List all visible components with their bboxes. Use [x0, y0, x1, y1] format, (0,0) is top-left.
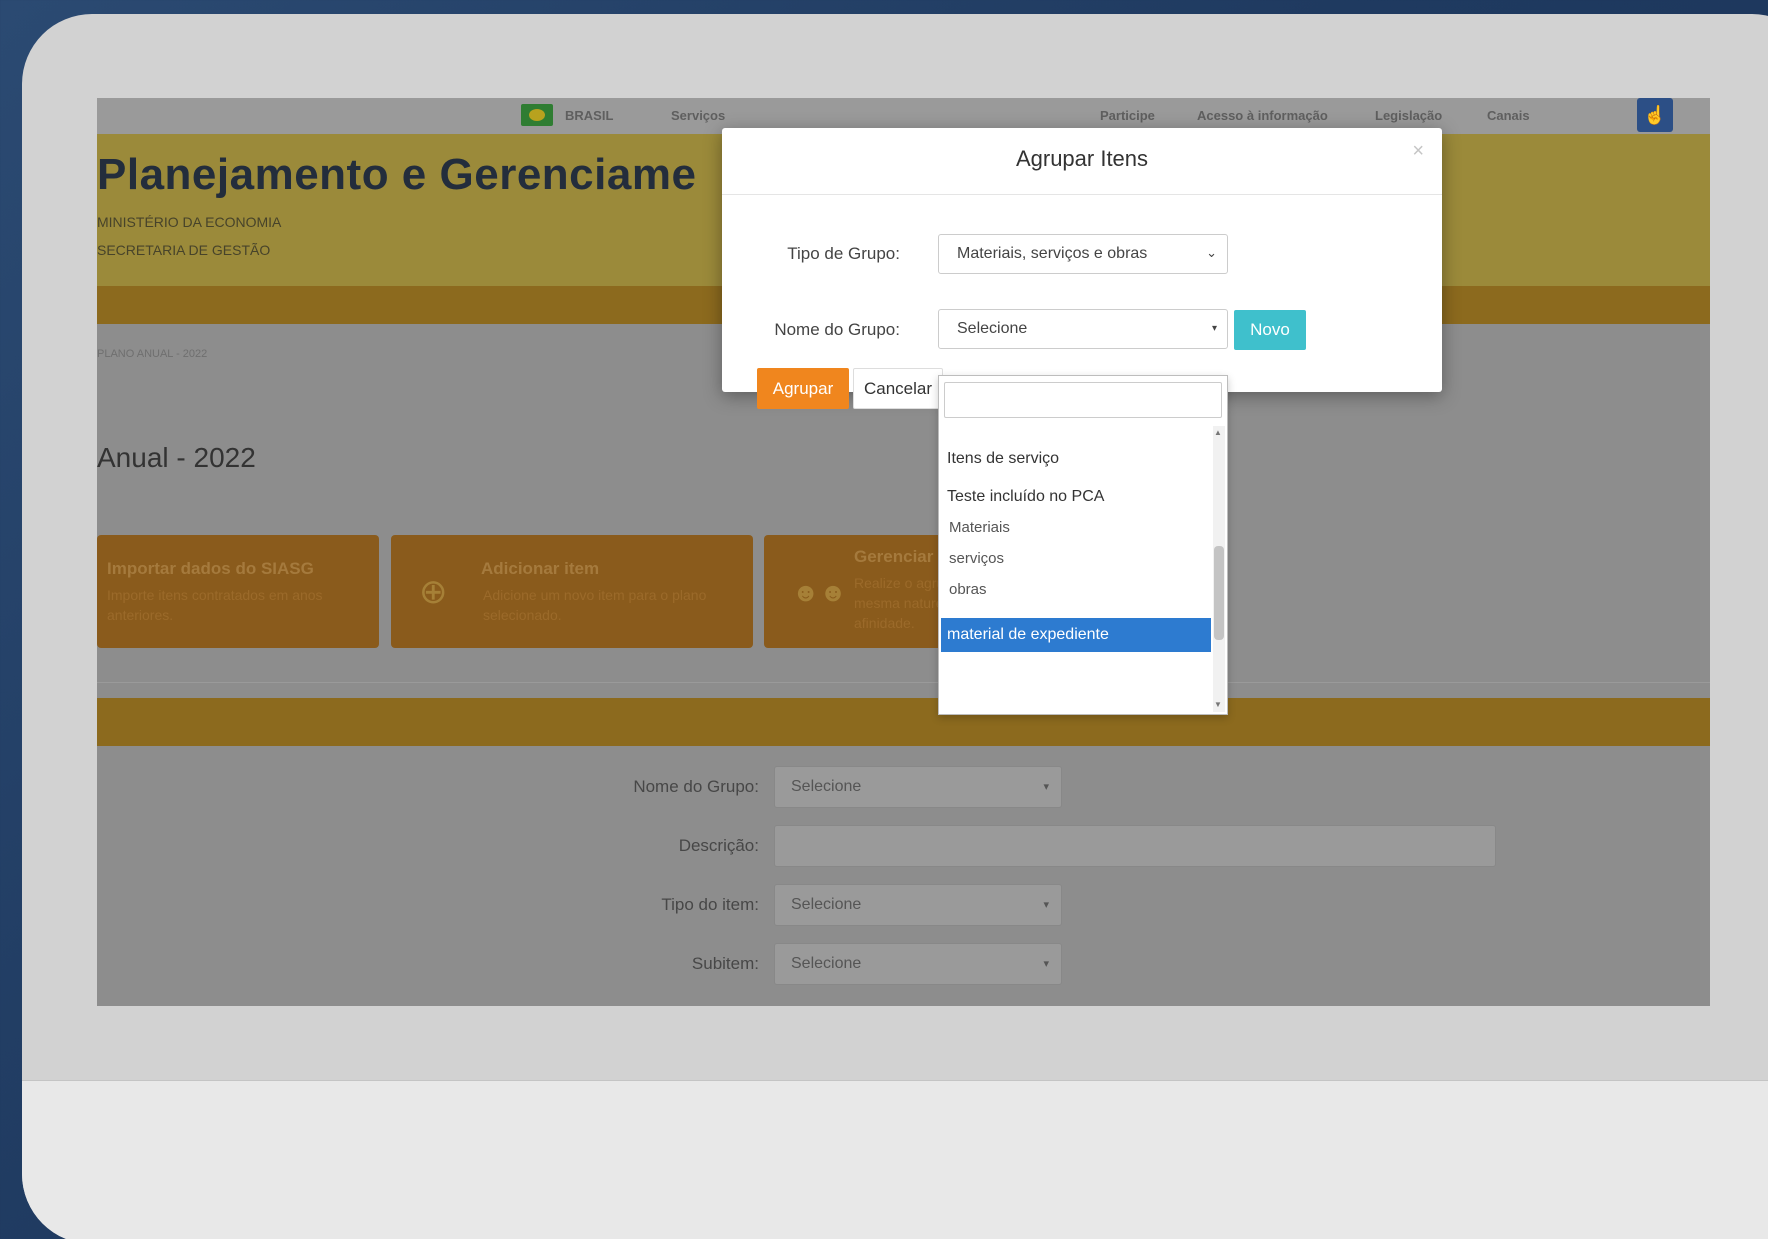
nome-grupo-select[interactable]: Selecione ▾	[774, 766, 1062, 808]
cancelar-button[interactable]: Cancelar	[853, 368, 943, 409]
card-importar-siasg[interactable]: Importar dados do SIASG Importe itens co…	[97, 535, 379, 648]
secretariat-label: SECRETARIA DE GESTÃO	[97, 242, 271, 258]
tipo-item-select[interactable]: Selecione ▾	[774, 884, 1062, 926]
nome-grupo-modal-value: Selecione	[957, 320, 1028, 337]
nome-grupo-value: Selecione	[791, 778, 862, 795]
form-header-band	[97, 698, 1710, 746]
modal-title: Agrupar Itens	[1015, 146, 1149, 171]
caret-down-icon: ▾	[1043, 781, 1049, 793]
dropdown-option-selected[interactable]: material de expediente	[941, 618, 1211, 652]
section-divider	[97, 682, 1710, 683]
card-title: Importar dados do SIASG	[107, 559, 314, 578]
gov-services-link[interactable]: Serviços	[671, 108, 725, 123]
descricao-label: Descrição:	[678, 836, 759, 855]
subitem-value: Selecione	[791, 955, 862, 972]
dropdown-search-input[interactable]	[944, 382, 1222, 418]
tipo-grupo-value: Materiais, serviços e obras	[957, 245, 1148, 262]
dropdown-option[interactable]: serviços	[949, 550, 1004, 567]
card-adicionar-item[interactable]: ⊕ Adicionar item Adicione um novo item p…	[391, 535, 753, 648]
card-title: Adicionar item	[481, 559, 600, 578]
ministry-label: MINISTÉRIO DA ECONOMIA	[97, 214, 282, 230]
dropdown-option[interactable]: Itens de serviço	[947, 450, 1059, 468]
accessibility-hand-icon[interactable]: ☝	[1637, 98, 1673, 132]
tipo-item-value: Selecione	[791, 896, 862, 913]
gov-brasil-link[interactable]: BRASIL	[565, 108, 613, 123]
device-bottom-bezel	[22, 1080, 1768, 1239]
plus-circle-icon: ⊕	[419, 573, 448, 611]
gov-link-acesso[interactable]: Acesso à informação	[1197, 108, 1328, 123]
users-group-icon: ☻☻	[792, 577, 847, 607]
gov-link-participe[interactable]: Participe	[1100, 108, 1155, 123]
caret-down-icon: ▾	[1211, 323, 1217, 334]
agrupar-button[interactable]: Agrupar	[757, 368, 849, 409]
scroll-down-icon[interactable]: ▼	[1214, 700, 1222, 709]
descricao-input[interactable]	[774, 825, 1496, 867]
gov-link-legislacao[interactable]: Legislação	[1375, 108, 1442, 123]
nome-grupo-label: Nome do Grupo:	[633, 777, 759, 796]
nome-grupo-modal-select[interactable]: Selecione ▾	[938, 309, 1228, 349]
dropdown-option[interactable]: obras	[949, 581, 987, 598]
device-frame: BRASIL Serviços Participe Acesso à infor…	[22, 14, 1768, 1239]
novo-button[interactable]: Novo	[1234, 310, 1306, 350]
card-desc: Adicione um novo item para o plano selec…	[483, 587, 707, 623]
dropdown-option[interactable]: Teste incluído no PCA	[947, 488, 1104, 506]
nome-grupo-dropdown: Itens de serviço Teste incluído no PCA M…	[938, 375, 1228, 715]
scrollbar-thumb[interactable]	[1214, 546, 1224, 640]
agrupar-itens-modal: Agrupar Itens × Tipo de Grupo: Materiais…	[722, 128, 1442, 409]
tipo-grupo-select[interactable]: Materiais, serviços e obras ⌄	[938, 234, 1228, 274]
browser-screen: BRASIL Serviços Participe Acesso à infor…	[97, 98, 1710, 1006]
caret-down-icon: ▾	[1043, 899, 1049, 911]
gov-link-canais[interactable]: Canais	[1487, 108, 1530, 123]
subitem-select[interactable]: Selecione ▾	[774, 943, 1062, 985]
modal-divider	[722, 194, 1442, 195]
card-title: Gerenciar	[854, 547, 934, 566]
card-desc: Importe itens contratados em anos anteri…	[107, 587, 323, 623]
scroll-up-icon[interactable]: ▲	[1214, 428, 1222, 437]
nome-grupo-modal-label: Nome do Grupo:	[774, 320, 900, 339]
dropdown-option[interactable]: Materiais	[949, 519, 1010, 536]
caret-down-icon: ▾	[1043, 958, 1049, 970]
chevron-down-icon: ⌄	[1206, 245, 1217, 260]
breadcrumb[interactable]: PLANO ANUAL - 2022	[97, 348, 207, 360]
dropdown-scrollbar[interactable]: ▲ ▼	[1213, 426, 1225, 712]
subitem-label: Subitem:	[691, 954, 759, 973]
page-title: Anual - 2022	[97, 442, 256, 473]
site-title: Planejamento e Gerenciame	[97, 150, 697, 199]
close-icon[interactable]: ×	[1412, 140, 1424, 163]
brazil-flag-icon	[521, 104, 553, 126]
tipo-grupo-label: Tipo de Grupo:	[787, 244, 900, 263]
tipo-item-label: Tipo do item:	[661, 895, 759, 914]
